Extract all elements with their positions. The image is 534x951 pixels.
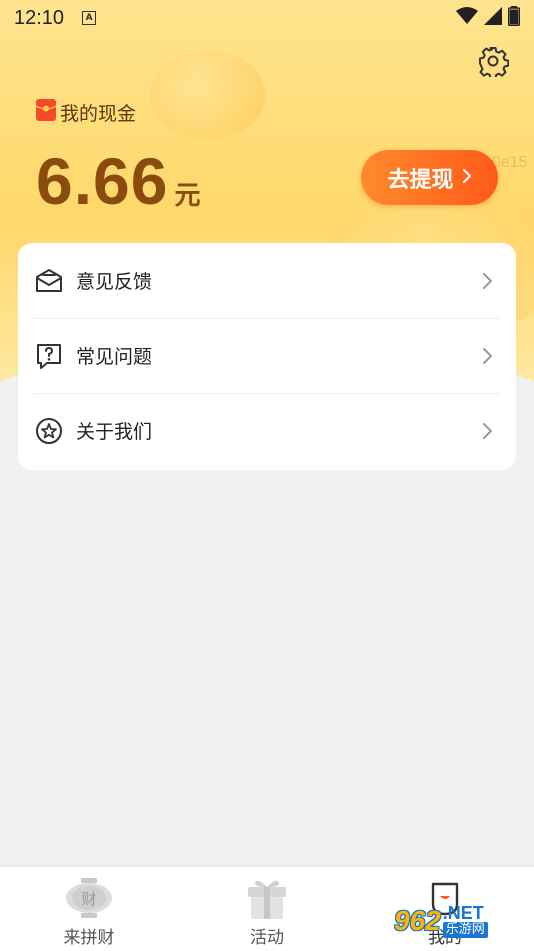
menu-item-about[interactable]: 关于我们: [18, 393, 516, 468]
chevron-right-icon: [478, 422, 496, 440]
chevron-right-icon: [462, 165, 472, 190]
watermark-domain: .NET: [442, 903, 484, 923]
tab-label: 活动: [250, 928, 284, 948]
cash-amount: 6.66 元: [36, 143, 200, 219]
watermark-site-name: 乐游网: [442, 922, 488, 938]
settings-button[interactable]: [474, 44, 512, 82]
red-envelope-icon: [35, 99, 57, 126]
wallet-label-text: 我的现金: [60, 103, 137, 125]
status-bar: 12:10 A: [0, 0, 534, 36]
gear-icon: [477, 45, 510, 81]
menu-item-label: 常见问题: [76, 346, 153, 368]
question-bubble-icon: [34, 341, 64, 371]
tab-home[interactable]: 财 来拼财: [0, 867, 178, 951]
signal-icon: [484, 7, 502, 29]
coin-lantern-icon: 财: [64, 875, 114, 921]
wallet-label: 我的现金: [35, 99, 137, 126]
cash-value: 6.66: [36, 144, 169, 218]
tab-activity[interactable]: 活动: [178, 867, 356, 951]
coin-decoration: [150, 50, 265, 140]
wifi-icon: [456, 7, 478, 29]
chevron-right-icon: [478, 272, 496, 290]
tab-label: 来拼财: [63, 928, 115, 948]
menu-item-feedback[interactable]: 意见反馈: [18, 243, 516, 318]
feedback-envelope-icon: [34, 266, 64, 296]
cash-unit: 元: [174, 181, 201, 211]
gift-box-icon: [242, 875, 292, 921]
chevron-right-icon: [478, 347, 496, 365]
battery-icon: [508, 6, 520, 30]
watermark-logo: 962: [394, 905, 441, 936]
notification-icon: A: [82, 11, 97, 25]
status-time: 12:10: [14, 6, 65, 29]
menu-item-faq[interactable]: 常见问题: [18, 318, 516, 393]
menu-item-label: 意见反馈: [76, 271, 153, 293]
menu-item-label: 关于我们: [76, 421, 153, 443]
status-indicators: [456, 6, 520, 30]
withdraw-button[interactable]: 去提现: [361, 150, 498, 205]
withdraw-label: 去提现: [387, 167, 454, 193]
svg-text:财: 财: [81, 890, 96, 908]
star-circle-icon: [34, 416, 64, 446]
menu-card: 意见反馈 常见问题 关于我们: [18, 243, 516, 470]
watermark-text: .NET 乐游网: [442, 903, 488, 938]
site-watermark: 962 .NET 乐游网: [394, 896, 534, 946]
